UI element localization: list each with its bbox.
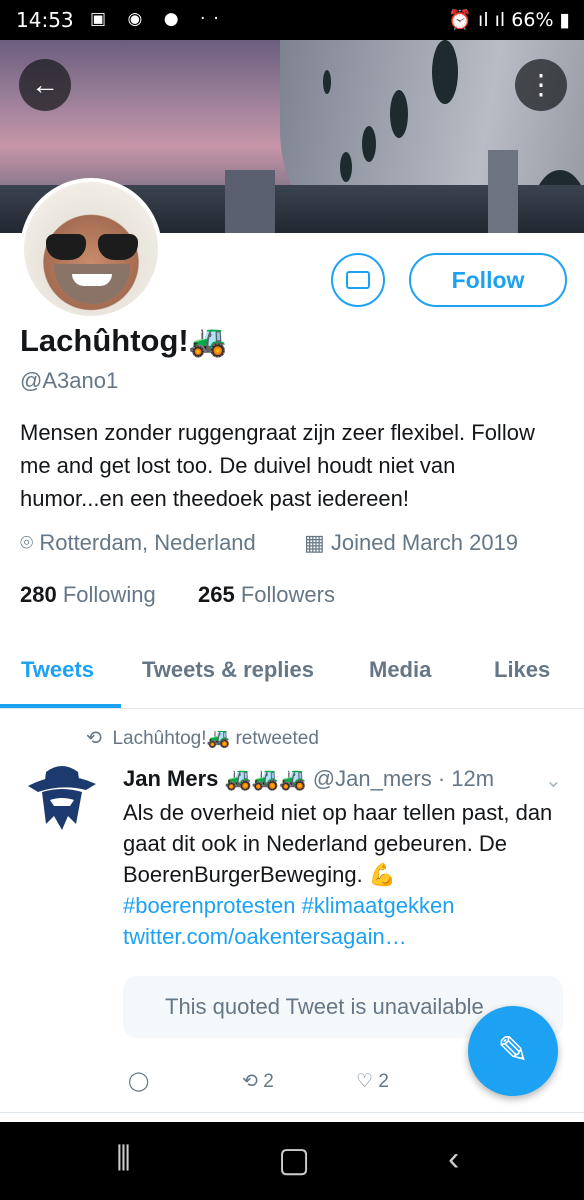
banner-window [340,152,352,182]
divider [0,1112,584,1113]
system-back-icon[interactable]: ‹ [448,1140,459,1179]
banner-tower [488,150,518,233]
profile-name: Lachûhtog!🚜 [20,323,228,358]
vertical-dots-icon: ⋮ [527,69,555,100]
location-text: Rotterdam, Nederland [39,530,256,555]
calendar-icon: ▦ [304,530,325,555]
avatar-glasses [46,234,138,260]
profile-joined: ▦ Joined March 2019 [304,530,518,556]
arrow-left-icon: ← [31,69,59,100]
tab-media[interactable]: Media [369,657,431,683]
following-label: Following [62,582,156,607]
tab-tweets-replies[interactable]: Tweets & replies [142,657,314,683]
message-button[interactable] [331,253,385,307]
recent-apps-icon[interactable]: ⦀ [116,1140,131,1179]
compose-feather-icon: ✎ [497,1030,529,1072]
followers-label: Followers [240,582,335,607]
banner-window [323,70,331,94]
profile-tabs: Tweets Tweets & replies Media Likes [0,640,584,709]
tweet-author-avatar[interactable] [24,762,100,838]
compose-tweet-button[interactable]: ✎ [468,1006,558,1096]
like-count: 2 [378,1071,389,1092]
more-options-button[interactable]: ⋮ [515,59,567,111]
following-link[interactable]: 280 Following [20,582,156,608]
following-count: 280 [20,582,57,607]
banner-window [432,40,458,104]
chevron-down-icon[interactable]: ⌄ [545,768,562,793]
profile-bio: Mensen zonder ruggengraat zijn zeer flex… [20,420,535,511]
status-right: ⏰ ıl ıl 66% ▮ [448,9,570,31]
reply-button[interactable]: ◯ [128,1070,149,1093]
banner-window [390,90,408,138]
tweet-author-handle: @Jan_mers · 12m [312,766,495,791]
status-time: 14:53 [16,8,74,32]
followers-link[interactable]: 265 Followers [198,582,335,608]
retweet-icon: ⟲ [86,728,102,749]
joined-text: Joined March 2019 [330,530,519,555]
retweet-context: ⟲ Lachûhtog!🚜 retweeted [86,726,319,750]
retweet-action-icon: ⟲ [242,1071,258,1092]
tweet-body: Als de overheid niet op haar tellen past… [123,797,563,952]
avatar-mouth [72,274,112,286]
retweet-count: 2 [263,1071,274,1092]
status-bar: 14:53 ▣ ◉ ● ·· ⏰ ıl ıl 66% ▮ [0,0,584,40]
followers-count: 265 [198,582,235,607]
retweet-context-text: Lachûhtog!🚜 retweeted [112,728,319,749]
banner-tower [225,170,275,233]
envelope-icon [346,271,370,289]
follow-button[interactable]: Follow [409,253,567,307]
profile-avatar[interactable] [20,178,162,320]
tweet-link[interactable]: twitter.com/oakentersagain… [123,921,563,952]
tweet-header: Jan Mers 🚜🚜🚜 @Jan_mers · 12m [123,766,494,792]
tweet-text: Als de overheid niet op haar tellen past… [123,800,553,887]
system-nav-bar: ⦀ ▢ ‹ [0,1122,584,1200]
banner-window [362,126,376,162]
tab-likes[interactable]: Likes [494,657,550,683]
tweet-hashtags[interactable]: #boerenprotesten #klimaatgekken [123,890,563,921]
profile-location: ⌾ Rotterdam, Nederland [20,530,256,556]
home-icon[interactable]: ▢ [278,1140,310,1180]
heart-icon: ♡ [356,1071,374,1092]
active-tab-indicator [0,704,121,708]
reply-icon: ◯ [128,1071,150,1092]
back-button[interactable]: ← [19,59,71,111]
like-button[interactable]: ♡ 2 [356,1070,389,1093]
battery-level: 66% [511,9,554,31]
location-pin-icon: ⌾ [20,530,34,555]
tab-tweets[interactable]: Tweets [21,657,94,683]
tweet-author-name[interactable]: Jan Mers 🚜🚜🚜 [123,766,307,791]
profile-handle: @A3ano1 [20,368,119,393]
retweet-button[interactable]: ⟲ 2 [242,1070,274,1093]
notification-icons: ▣ ◉ ● ·· [90,9,227,29]
